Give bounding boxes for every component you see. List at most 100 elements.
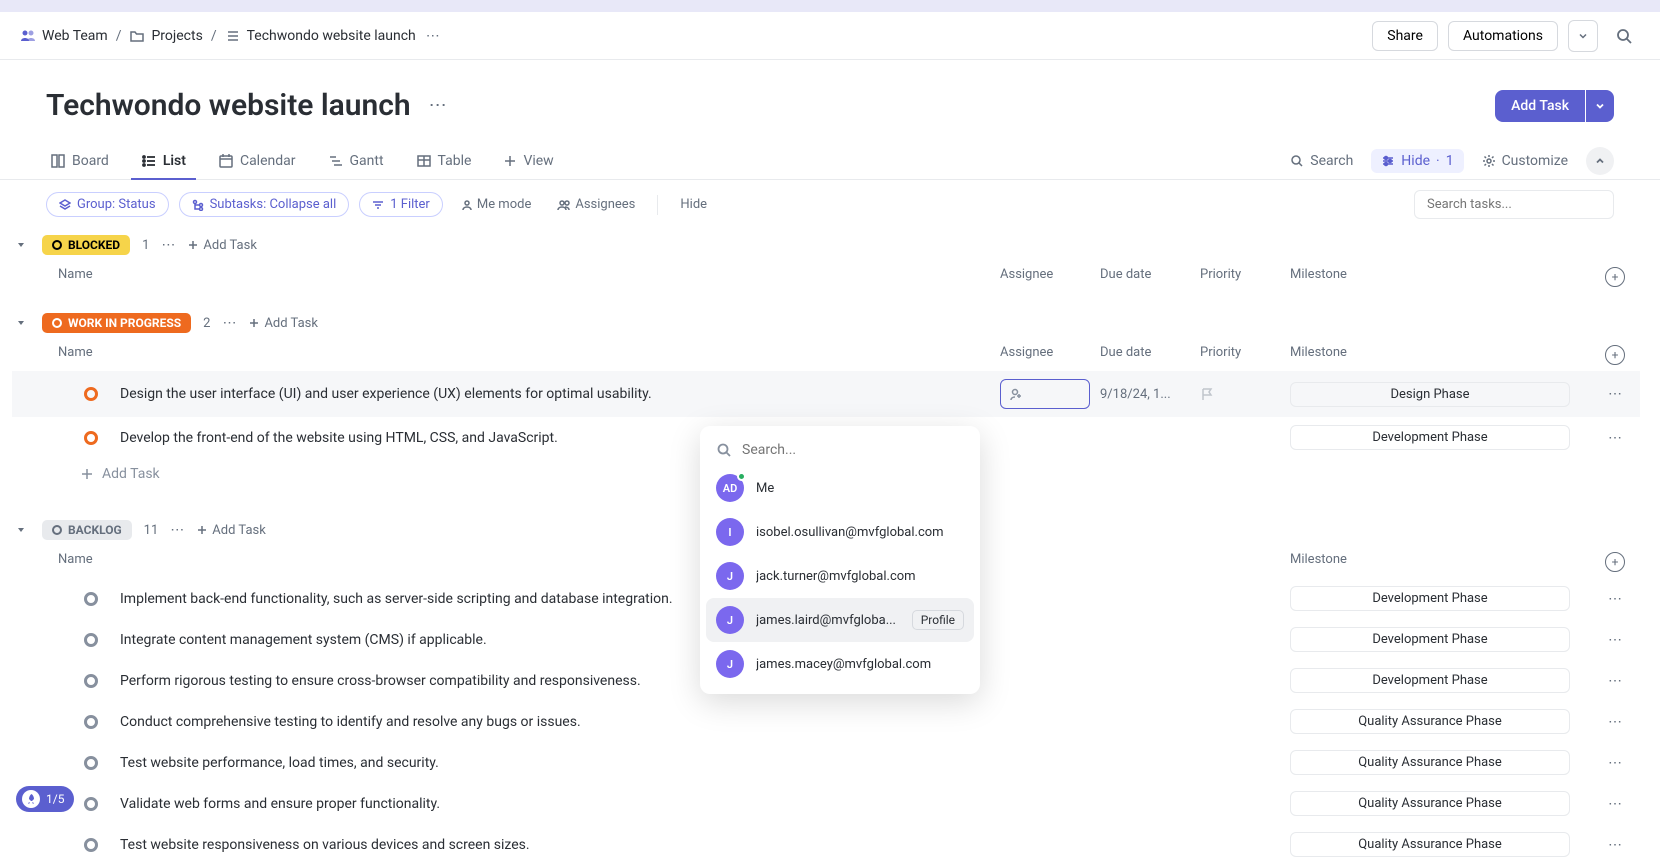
- group-more-icon[interactable]: ⋯: [170, 522, 184, 538]
- milestone-tag[interactable]: Quality Assurance Phase: [1290, 709, 1570, 734]
- task-name[interactable]: Test website performance, load times, an…: [120, 755, 1000, 771]
- tab-gantt[interactable]: Gantt: [324, 143, 388, 179]
- collapse-icon[interactable]: [12, 317, 30, 329]
- automations-chevron[interactable]: [1568, 20, 1598, 52]
- task-row[interactable]: Test website responsiveness on various d…: [12, 824, 1640, 865]
- row-more-icon[interactable]: ⋯: [1590, 430, 1640, 446]
- row-more-icon[interactable]: ⋯: [1590, 591, 1640, 607]
- row-more-icon[interactable]: ⋯: [1590, 386, 1640, 402]
- col-milestone[interactable]: Milestone: [1290, 552, 1590, 572]
- collapse-icon[interactable]: [12, 524, 30, 536]
- status-pill-wip[interactable]: WORK IN PROGRESS: [42, 313, 191, 333]
- milestone-tag[interactable]: Quality Assurance Phase: [1290, 832, 1570, 857]
- profile-button[interactable]: Profile: [912, 610, 964, 630]
- milestone-tag[interactable]: Quality Assurance Phase: [1290, 791, 1570, 816]
- view-hide-button[interactable]: Hide · 1: [1371, 149, 1463, 173]
- group-add-task[interactable]: Add Task: [248, 316, 318, 331]
- popup-item-hovered[interactable]: J james.laird@mvfgloba... Profile: [706, 598, 974, 642]
- row-more-icon[interactable]: ⋯: [1590, 796, 1640, 812]
- task-status-icon[interactable]: [84, 387, 98, 401]
- add-column-icon[interactable]: +: [1605, 552, 1625, 572]
- col-milestone[interactable]: Milestone: [1290, 345, 1590, 365]
- task-name[interactable]: Test website responsiveness on various d…: [120, 837, 1000, 853]
- group-more-icon[interactable]: ⋯: [222, 315, 236, 331]
- col-assignee[interactable]: Assignee: [1000, 267, 1100, 287]
- milestone-tag[interactable]: Design Phase: [1290, 382, 1570, 407]
- collapse-toggle[interactable]: [1586, 147, 1614, 175]
- col-due[interactable]: Due date: [1100, 267, 1200, 287]
- add-column-icon[interactable]: +: [1605, 267, 1625, 287]
- task-status-icon[interactable]: [84, 797, 98, 811]
- assignees-toggle[interactable]: Assignees: [549, 193, 643, 216]
- col-priority[interactable]: Priority: [1200, 345, 1290, 365]
- row-more-icon[interactable]: ⋯: [1590, 673, 1640, 689]
- global-search-icon[interactable]: [1608, 20, 1640, 52]
- row-more-icon[interactable]: ⋯: [1590, 837, 1640, 853]
- task-row[interactable]: Conduct comprehensive testing to identif…: [12, 701, 1640, 742]
- priority-flag[interactable]: [1200, 387, 1290, 401]
- row-more-icon[interactable]: ⋯: [1590, 755, 1640, 771]
- tab-list[interactable]: List: [137, 143, 190, 179]
- task-status-icon[interactable]: [84, 592, 98, 606]
- popup-item[interactable]: I isobel.osullivan@mvfglobal.com: [700, 510, 980, 554]
- milestone-tag[interactable]: Development Phase: [1290, 425, 1570, 450]
- status-pill-backlog[interactable]: BACKLOG: [42, 520, 132, 540]
- chip-subtasks[interactable]: Subtasks: Collapse all: [179, 192, 350, 217]
- col-name[interactable]: Name: [58, 345, 1000, 365]
- collapse-icon[interactable]: [12, 239, 30, 251]
- col-assignee[interactable]: Assignee: [1000, 345, 1100, 365]
- task-status-icon[interactable]: [84, 674, 98, 688]
- breadcrumb-more-icon[interactable]: ⋯: [426, 28, 440, 44]
- view-search-button[interactable]: Search: [1280, 149, 1363, 173]
- popup-item[interactable]: J jack.turner@mvfglobal.com: [700, 554, 980, 598]
- view-customize-button[interactable]: Customize: [1472, 149, 1578, 173]
- popup-item[interactable]: J james.macey@mvfglobal.com: [700, 642, 980, 686]
- tab-table[interactable]: Table: [412, 143, 476, 179]
- popup-item-me[interactable]: AD Me: [700, 466, 980, 510]
- me-mode-toggle[interactable]: Me mode: [453, 193, 540, 216]
- task-name[interactable]: Design the user interface (UI) and user …: [120, 386, 1000, 402]
- status-pill-blocked[interactable]: BLOCKED: [42, 235, 130, 255]
- task-status-icon[interactable]: [84, 431, 98, 445]
- task-status-icon[interactable]: [84, 633, 98, 647]
- onboarding-badge[interactable]: 1/5: [16, 786, 74, 812]
- automations-button[interactable]: Automations: [1448, 21, 1558, 51]
- tab-add-view[interactable]: View: [499, 143, 557, 179]
- due-date[interactable]: 9/18/24, 1...: [1100, 387, 1200, 402]
- add-column-icon[interactable]: +: [1605, 345, 1625, 365]
- task-status-icon[interactable]: [84, 756, 98, 770]
- breadcrumb-projects[interactable]: Projects: [129, 28, 202, 44]
- milestone-tag[interactable]: Quality Assurance Phase: [1290, 750, 1570, 775]
- breadcrumb-team[interactable]: Web Team: [20, 28, 108, 44]
- milestone-tag[interactable]: Development Phase: [1290, 586, 1570, 611]
- group-add-task[interactable]: Add Task: [196, 523, 266, 538]
- breadcrumb-current[interactable]: Techwondo website launch: [225, 28, 416, 44]
- search-tasks-input[interactable]: [1414, 190, 1614, 219]
- task-row[interactable]: Test website performance, load times, an…: [12, 742, 1640, 783]
- tab-calendar[interactable]: Calendar: [214, 143, 300, 179]
- col-priority[interactable]: Priority: [1200, 267, 1290, 287]
- task-status-icon[interactable]: [84, 715, 98, 729]
- group-add-task[interactable]: Add Task: [187, 238, 257, 253]
- task-status-icon[interactable]: [84, 838, 98, 852]
- page-title-more-icon[interactable]: ⋯: [429, 95, 447, 116]
- share-button[interactable]: Share: [1372, 21, 1438, 51]
- hide-link[interactable]: Hide: [672, 193, 715, 216]
- tab-board[interactable]: Board: [46, 143, 113, 179]
- add-task-button[interactable]: Add Task: [1495, 90, 1585, 122]
- task-name[interactable]: Validate web forms and ensure proper fun…: [120, 796, 1000, 812]
- col-due[interactable]: Due date: [1100, 345, 1200, 365]
- add-task-chevron[interactable]: [1586, 90, 1614, 122]
- col-name[interactable]: Name: [58, 267, 1000, 287]
- task-row[interactable]: Design the user interface (UI) and user …: [12, 371, 1640, 417]
- group-more-icon[interactable]: ⋯: [161, 237, 175, 253]
- assignee-picker-active[interactable]: [1000, 379, 1090, 409]
- col-milestone[interactable]: Milestone: [1290, 267, 1590, 287]
- row-more-icon[interactable]: ⋯: [1590, 714, 1640, 730]
- row-more-icon[interactable]: ⋯: [1590, 632, 1640, 648]
- chip-group[interactable]: Group: Status: [46, 192, 169, 217]
- task-row[interactable]: Validate web forms and ensure proper fun…: [12, 783, 1640, 824]
- milestone-tag[interactable]: Development Phase: [1290, 668, 1570, 693]
- popup-search-input[interactable]: [742, 442, 964, 458]
- milestone-tag[interactable]: Development Phase: [1290, 627, 1570, 652]
